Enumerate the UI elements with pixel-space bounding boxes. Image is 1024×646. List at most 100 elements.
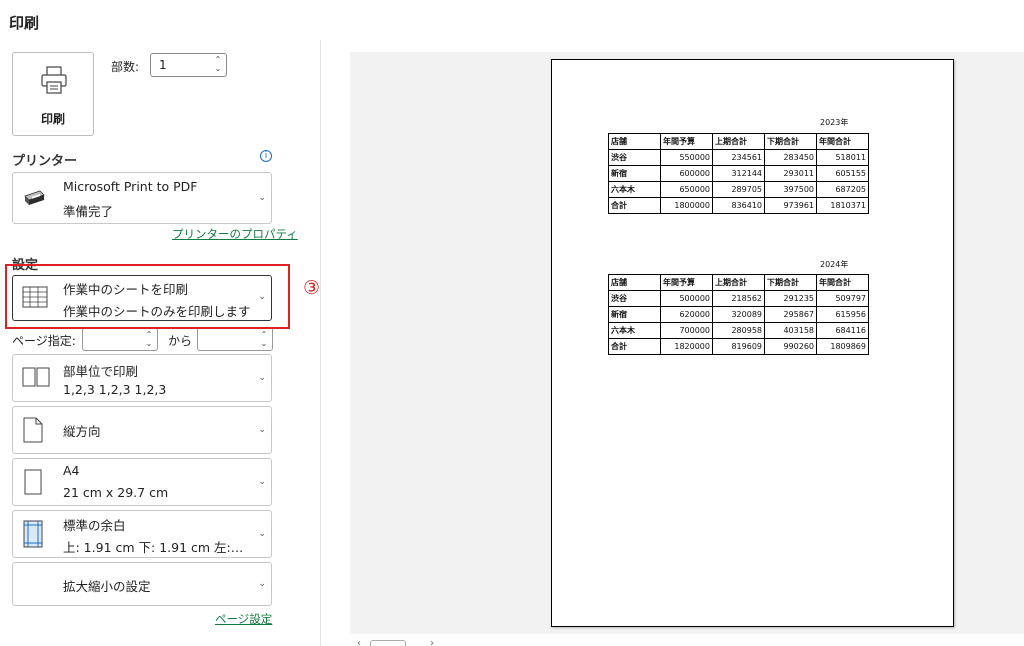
- chevron-down-icon: ⌄: [258, 425, 266, 435]
- table-cell: 650000: [660, 181, 713, 198]
- info-icon[interactable]: i: [260, 150, 272, 162]
- table-cell: 687205: [816, 181, 869, 198]
- table-cell: 1810371: [816, 197, 869, 214]
- collate-icon: [22, 367, 50, 391]
- table-row: 新宿 620000 320089 295867 615956: [608, 306, 869, 323]
- table-row: 合計 1820000 819609 990260 1809869: [608, 338, 869, 355]
- copies-input[interactable]: 1 ⌃ ⌄: [150, 53, 227, 77]
- table-cell: 合計: [608, 338, 661, 355]
- page-from-spinner[interactable]: ⌃ ⌄: [144, 330, 154, 348]
- year-label-2024: 2024年: [820, 260, 849, 269]
- paper-size-dropdown[interactable]: A4 21 cm x 29.7 cm ⌄: [12, 458, 272, 506]
- table-cell: 500000: [660, 290, 713, 307]
- chevron-down-icon: ⌄: [258, 529, 266, 539]
- copies-value: 1: [159, 58, 167, 72]
- table-cell: 615956: [816, 306, 869, 323]
- table-cell: 509797: [816, 290, 869, 307]
- orientation-title: 縦方向: [63, 424, 101, 439]
- table-cell: 下期合計: [764, 133, 817, 150]
- print-backstage: 印刷 印刷 部数: 1 ⌃ ⌄ プリンター i Microsoft Print …: [0, 0, 1024, 646]
- highlight-box: [5, 264, 290, 329]
- table-row: 新宿 600000 312144 293011 605155: [608, 165, 869, 182]
- table-cell: 上期合計: [712, 274, 765, 291]
- table-cell: 320089: [712, 306, 765, 323]
- collate-dropdown[interactable]: 部単位で印刷 1,2,3 1,2,3 1,2,3 ⌄: [12, 354, 272, 402]
- chevron-down-icon: ⌄: [258, 579, 266, 589]
- printer-properties-link[interactable]: プリンターのプロパティ: [172, 226, 298, 242]
- table-cell: 234561: [712, 149, 765, 166]
- page-from-input[interactable]: ⌃ ⌄: [82, 327, 158, 351]
- chevron-down-icon: ⌄: [258, 193, 266, 203]
- table-cell: 550000: [660, 149, 713, 166]
- copies-spinner[interactable]: ⌃ ⌄: [213, 55, 223, 73]
- orientation-dropdown[interactable]: 縦方向 ⌄: [12, 406, 272, 454]
- chevron-down-icon: ⌄: [258, 477, 266, 487]
- table-cell: 上期合計: [712, 133, 765, 150]
- collate-title: 部単位で印刷: [63, 364, 139, 379]
- portrait-page-icon: [22, 417, 44, 447]
- table-cell: 289705: [712, 181, 765, 198]
- table-header-row: 店舗 年間予算 上期合計 下期合計 年間合計: [608, 133, 869, 150]
- page-number-input[interactable]: [370, 640, 406, 646]
- table-cell: 605155: [816, 165, 869, 182]
- printer-status: 準備完了: [63, 204, 114, 219]
- table-cell: 684116: [816, 322, 869, 339]
- table-cell: 合計: [608, 197, 661, 214]
- table-cell: 218562: [712, 290, 765, 307]
- table-cell: 295867: [764, 306, 817, 323]
- page-title: 印刷: [9, 14, 40, 32]
- page-setup-link[interactable]: ページ設定: [215, 611, 272, 627]
- table-cell: 新宿: [608, 165, 661, 182]
- page-to-input[interactable]: ⌃ ⌄: [197, 327, 273, 351]
- table-cell: 渋谷: [608, 290, 661, 307]
- margins-subtitle: 上: 1.91 cm 下: 1.91 cm 左:…: [63, 540, 244, 555]
- step-marker: ③: [303, 277, 321, 299]
- print-button[interactable]: 印刷: [12, 52, 94, 136]
- table-cell: 年間合計: [816, 274, 869, 291]
- scaling-dropdown[interactable]: 拡大縮小の設定 ⌄: [12, 562, 272, 606]
- table-cell: 渋谷: [608, 149, 661, 166]
- page-to-spinner[interactable]: ⌃ ⌄: [259, 330, 269, 348]
- next-page-icon[interactable]: ›: [430, 638, 434, 646]
- table-cell: 年間合計: [816, 133, 869, 150]
- printer-heading: プリンター: [12, 154, 78, 169]
- table-cell: 291235: [764, 290, 817, 307]
- table-cell: 836410: [712, 197, 765, 214]
- collate-subtitle: 1,2,3 1,2,3 1,2,3: [63, 382, 167, 397]
- table-row: 六本木 650000 289705 397500 687205: [608, 181, 869, 198]
- table-row: 合計 1800000 836410 973961 1810371: [608, 197, 869, 214]
- prev-page-icon[interactable]: ‹: [357, 638, 361, 646]
- table-cell: 六本木: [608, 322, 661, 339]
- table-cell: 新宿: [608, 306, 661, 323]
- panel-divider: [320, 40, 321, 646]
- table-cell: 990260: [764, 338, 817, 355]
- preview-page: 2023年 店舗 年間予算 上期合計 下期合計 年間合計 渋谷 550000 234561 28…: [551, 59, 954, 627]
- paper-size-subtitle: 21 cm x 29.7 cm: [63, 485, 169, 500]
- table-cell: 1809869: [816, 338, 869, 355]
- table-cell: 293011: [764, 165, 817, 182]
- copies-label: 部数:: [111, 60, 140, 74]
- margins-dropdown[interactable]: 標準の余白 上: 1.91 cm 下: 1.91 cm 左:… ⌄: [12, 510, 272, 558]
- print-settings-panel: 印刷 部数: 1 ⌃ ⌄ プリンター i Microsoft Print to P…: [0, 40, 320, 646]
- printer-icon: [40, 65, 68, 99]
- print-button-label: 印刷: [40, 112, 65, 126]
- table-cell: 518011: [816, 149, 869, 166]
- table-cell: 1820000: [660, 338, 713, 355]
- table-cell: 下期合計: [764, 274, 817, 291]
- table-header-row: 店舗 年間予算 上期合計 下期合計 年間合計: [608, 274, 869, 291]
- table-cell: 六本木: [608, 181, 661, 198]
- page-range-label: ページ指定:: [12, 334, 76, 348]
- table-cell: 280958: [712, 322, 765, 339]
- table-cell: 600000: [660, 165, 713, 182]
- table-cell: 店舗: [608, 133, 661, 150]
- preview-table-2023: 店舗 年間予算 上期合計 下期合計 年間合計 渋谷 550000 234561 283450 51…: [608, 133, 869, 214]
- year-label-2023: 2023年: [820, 118, 849, 127]
- printer-dropdown[interactable]: Microsoft Print to PDF 準備完了 ⌄: [12, 172, 272, 224]
- scaling-title: 拡大縮小の設定: [63, 579, 151, 594]
- table-cell: 312144: [712, 165, 765, 182]
- table-cell: 819609: [712, 338, 765, 355]
- paper-size-icon: [22, 469, 44, 499]
- table-cell: 年間予算: [660, 133, 713, 150]
- table-cell: 700000: [660, 322, 713, 339]
- page-to-label: から: [168, 334, 193, 348]
